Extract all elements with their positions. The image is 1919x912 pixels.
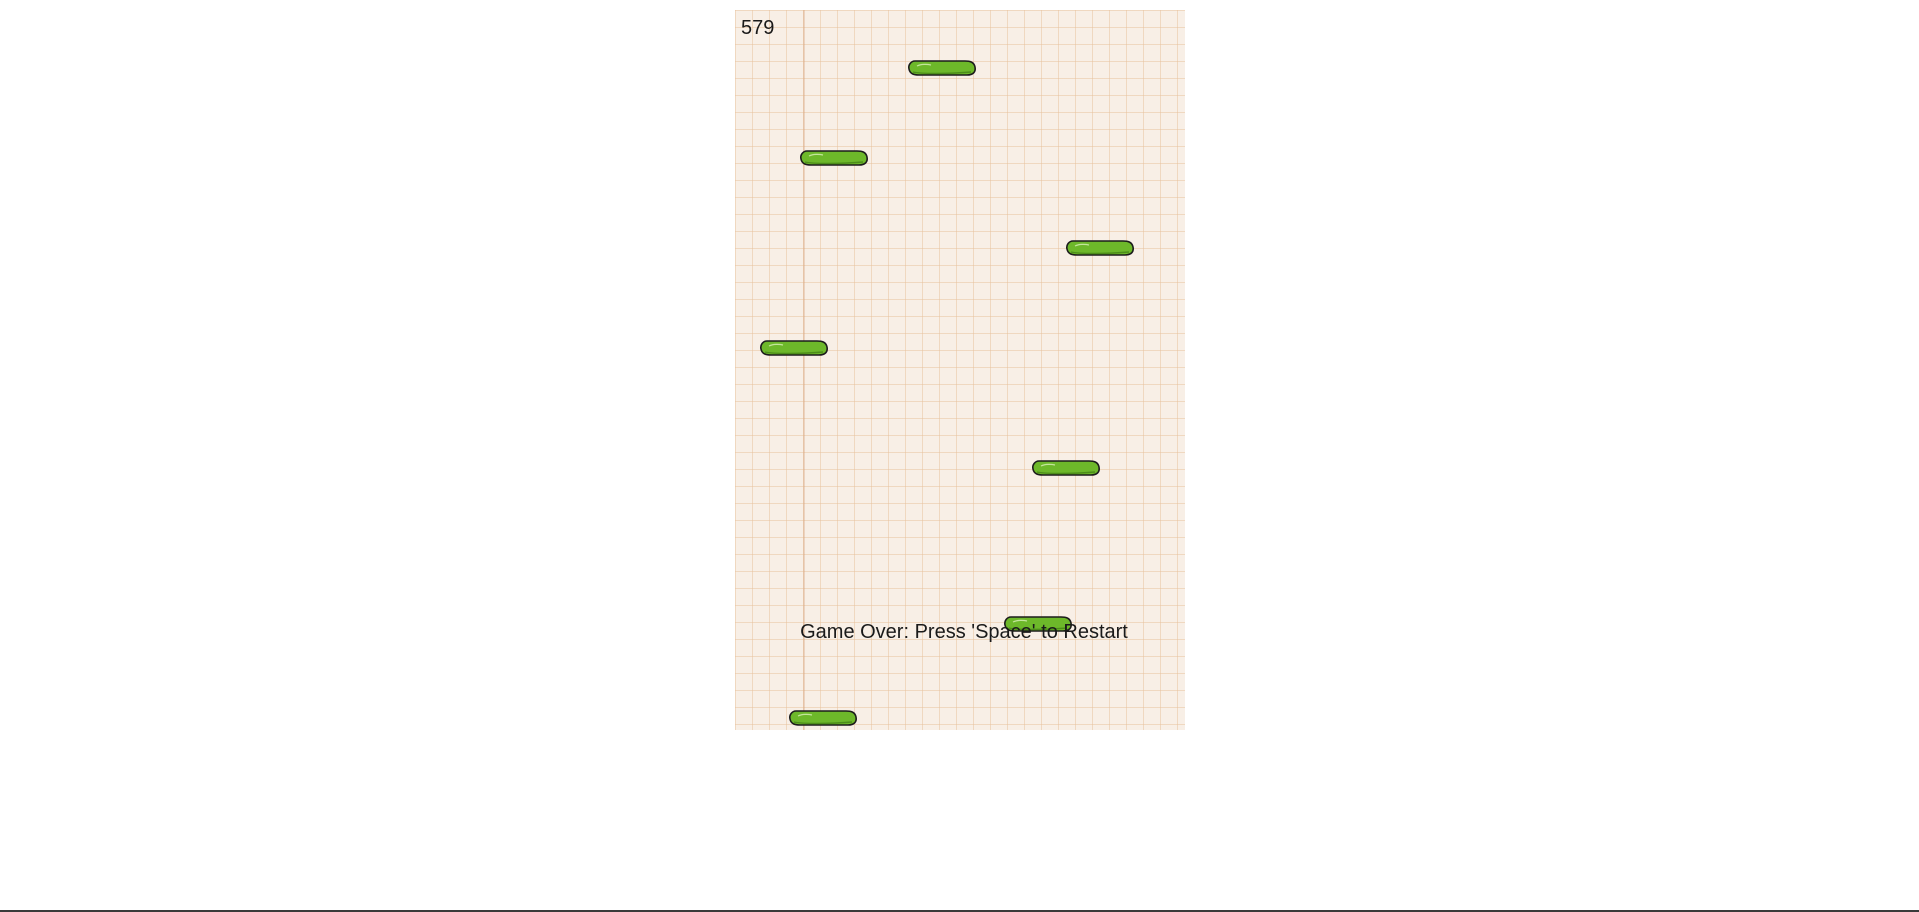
page: 579 Game Over: Press 'Space' to Restart [0, 0, 1919, 912]
green-platform-icon [800, 150, 868, 166]
green-platform-icon [1066, 240, 1134, 256]
platform-4 [759, 339, 829, 357]
platform-2 [799, 149, 869, 167]
green-platform-icon [760, 340, 828, 356]
game-canvas[interactable]: 579 Game Over: Press 'Space' to Restart [735, 10, 1185, 730]
green-platform-icon [789, 710, 857, 726]
platform-7 [788, 709, 858, 727]
platform-5 [1031, 459, 1101, 477]
score-display: 579 [741, 17, 775, 39]
platform-1 [907, 59, 977, 77]
green-platform-icon [1032, 460, 1100, 476]
game-over-message: Game Over: Press 'Space' to Restart [800, 621, 1128, 643]
green-platform-icon [908, 60, 976, 76]
platform-3 [1065, 239, 1135, 257]
